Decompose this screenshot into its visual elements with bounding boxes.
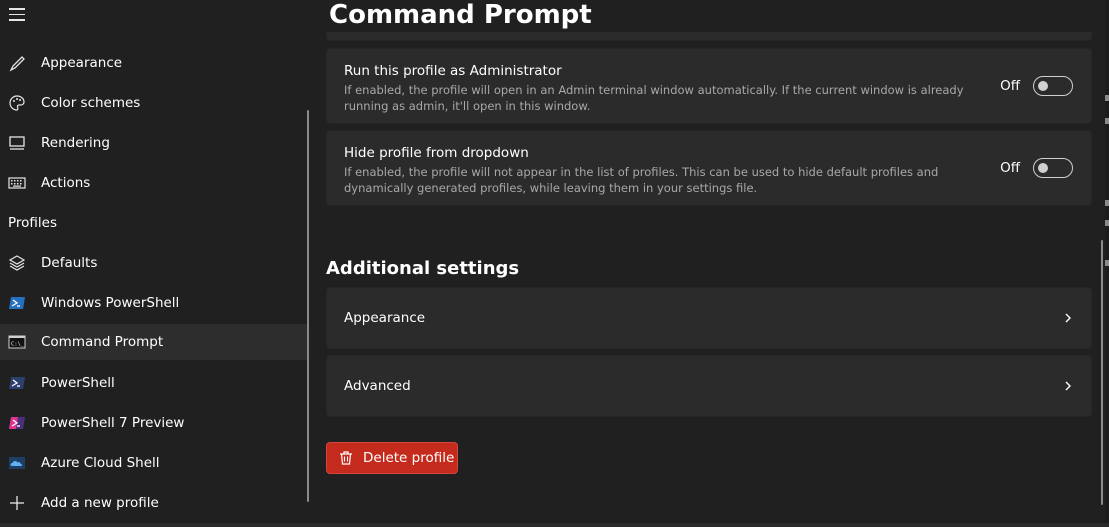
powershell-icon <box>8 374 26 392</box>
expander-label: Advanced <box>344 378 411 394</box>
setting-title: Run this profile as Administrator <box>344 63 562 79</box>
sidebar-item-actions[interactable]: Actions <box>0 166 309 200</box>
sidebar-item-label: Windows PowerShell <box>41 295 180 311</box>
settings-window: Appearance Color schemes Rendering Actio… <box>0 0 1109 527</box>
sidebar-item-label: Color schemes <box>41 95 141 111</box>
bottom-border <box>0 523 1109 527</box>
powershell-icon <box>8 294 26 312</box>
advanced-expander[interactable]: Advanced <box>326 355 1092 417</box>
toggle-state-label: Off <box>1000 78 1020 94</box>
chevron-right-icon <box>1065 313 1071 323</box>
profiles-header: Profiles <box>8 215 58 231</box>
appearance-expander[interactable]: Appearance <box>326 287 1092 349</box>
monitor-icon <box>8 134 26 152</box>
sidebar-item-label: Appearance <box>41 55 123 71</box>
sidebar: Appearance Color schemes Rendering Actio… <box>0 0 309 523</box>
chevron-right-icon <box>1065 381 1071 391</box>
sidebar-item-label: PowerShell <box>41 375 115 391</box>
previous-setting-card <box>326 32 1092 41</box>
expander-label: Appearance <box>344 310 426 326</box>
delete-profile-button[interactable]: Delete profile <box>326 442 458 474</box>
azure-cloud-icon <box>8 454 26 472</box>
run-as-admin-setting: Run this profile as Administrator If ena… <box>326 48 1092 124</box>
main-scrollbar[interactable] <box>1101 240 1103 505</box>
additional-settings-header: Additional settings <box>326 258 520 279</box>
sidebar-item-label: Defaults <box>41 255 98 271</box>
setting-description: If enabled, the profile will open in an … <box>344 83 964 113</box>
toggle-switch[interactable] <box>1033 76 1073 96</box>
sidebar-item-label: Command Prompt <box>41 334 164 350</box>
palette-icon <box>8 94 26 112</box>
sidebar-item-appearance[interactable]: Appearance <box>0 46 309 80</box>
cmd-icon: C:\_ <box>8 333 26 351</box>
run-as-admin-toggle[interactable]: Off <box>1000 76 1073 96</box>
svg-text:C:\_: C:\_ <box>11 342 25 348</box>
sidebar-item-powershell-7-preview[interactable]: PowerShell 7 Preview <box>0 406 309 440</box>
layers-icon <box>8 254 26 272</box>
page-title: Command Prompt <box>329 0 592 30</box>
sidebar-item-defaults[interactable]: Defaults <box>0 246 309 280</box>
sidebar-item-label: Rendering <box>41 135 110 151</box>
sidebar-item-rendering[interactable]: Rendering <box>0 126 309 160</box>
sidebar-item-azure-cloud-shell[interactable]: Azure Cloud Shell <box>0 446 309 480</box>
sidebar-item-label: Add a new profile <box>41 495 159 511</box>
sidebar-item-command-prompt[interactable]: C:\_ Command Prompt <box>0 324 309 360</box>
toggle-state-label: Off <box>1000 160 1020 176</box>
sidebar-item-powershell[interactable]: PowerShell <box>0 366 309 400</box>
plus-icon <box>8 494 26 512</box>
hamburger-menu-icon[interactable] <box>9 8 25 22</box>
sidebar-item-add-profile[interactable]: Add a new profile <box>0 486 309 520</box>
delete-profile-label: Delete profile <box>363 450 455 466</box>
toggle-switch[interactable] <box>1033 158 1073 178</box>
sidebar-item-label: PowerShell 7 Preview <box>41 415 185 431</box>
sidebar-item-color-schemes[interactable]: Color schemes <box>0 86 309 120</box>
paintbrush-icon <box>8 54 26 72</box>
sidebar-item-label: Actions <box>41 175 91 191</box>
sidebar-item-windows-powershell[interactable]: Windows PowerShell <box>0 286 309 320</box>
sidebar-item-label: Azure Cloud Shell <box>41 455 160 471</box>
keyboard-icon <box>8 174 26 192</box>
powershell-preview-icon <box>8 414 26 432</box>
hide-profile-toggle[interactable]: Off <box>1000 158 1073 178</box>
setting-title: Hide profile from dropdown <box>344 145 529 161</box>
hide-profile-setting: Hide profile from dropdown If enabled, t… <box>326 130 1092 206</box>
setting-description: If enabled, the profile will not appear … <box>344 165 939 195</box>
sidebar-scrollbar[interactable] <box>307 110 309 502</box>
window-edge <box>1105 0 1109 527</box>
trash-icon <box>340 451 352 465</box>
